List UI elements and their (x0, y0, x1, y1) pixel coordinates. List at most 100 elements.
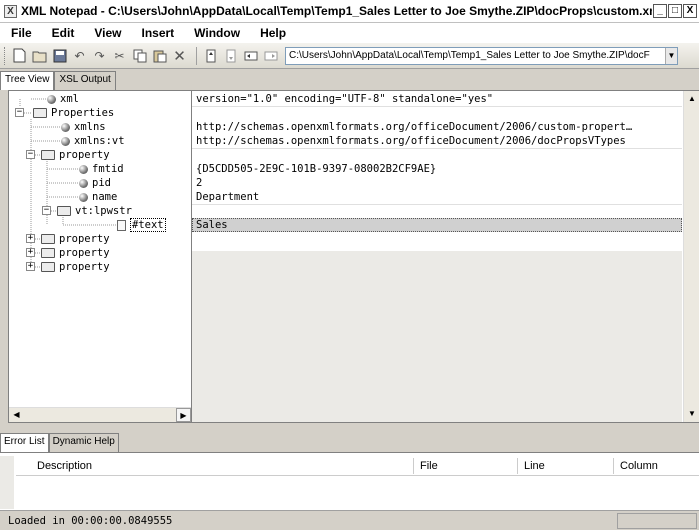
tree-node-label: xmlns (74, 121, 106, 133)
error-list-panel[interactable]: Description File Line Column (0, 452, 699, 510)
column-column[interactable]: Column (620, 460, 658, 472)
tree-pane[interactable]: − − − + + + xml Properties xmlns xmlns:v… (8, 90, 192, 423)
tab-tree-view[interactable]: Tree View (0, 71, 55, 90)
menu-file[interactable]: File (0, 26, 41, 40)
tree-node-label: #text (130, 218, 166, 232)
expand-property-4-icon[interactable]: + (26, 262, 35, 271)
tree-node-pid[interactable]: pid (79, 176, 111, 190)
value-pid[interactable]: 2 (196, 176, 681, 190)
tree-node-name[interactable]: name (79, 190, 117, 204)
cut-icon[interactable]: ✂ (111, 47, 128, 64)
tree-horizontal-scrollbar[interactable]: ◀ ▶ (9, 407, 191, 422)
expand-property-3-icon[interactable]: + (26, 248, 35, 257)
view-tabs: Tree View XSL Output (0, 71, 116, 91)
tree-node-property[interactable]: property (41, 148, 110, 162)
column-description[interactable]: Description (37, 460, 92, 472)
tree-node-xmlns-vt[interactable]: xmlns:vt (61, 134, 125, 148)
tree-node-property-4[interactable]: property (41, 260, 110, 274)
save-icon[interactable] (51, 47, 68, 64)
xml-notepad-app-icon[interactable]: X (4, 4, 17, 18)
chevron-down-icon[interactable]: ▼ (665, 47, 677, 64)
maximize-button[interactable]: □ (668, 4, 682, 18)
menu-help[interactable]: Help (249, 26, 295, 40)
collapse-properties-icon[interactable]: − (15, 108, 24, 117)
row-separator (192, 148, 682, 149)
copy-icon[interactable] (131, 47, 148, 64)
folder-open-icon (57, 206, 71, 216)
scroll-up-icon[interactable]: ▲ (684, 91, 699, 107)
error-row-header (0, 456, 14, 509)
value-pane[interactable]: version="1.0" encoding="UTF-8" standalon… (192, 90, 699, 423)
value-xmlns-vt[interactable]: http://schemas.openxmlformats.org/office… (196, 134, 681, 148)
tree-node-vt-lpwstr[interactable]: vt:lpwstr (57, 204, 132, 218)
window-title: XML Notepad - C:\Users\John\AppData\Loca… (21, 4, 652, 18)
tree-node-xml[interactable]: xml (47, 92, 79, 106)
empty-value-area (192, 251, 682, 422)
tree-node-properties[interactable]: Properties (33, 106, 114, 120)
tree-node-xmlns[interactable]: xmlns (61, 120, 106, 134)
tree-node-property-3[interactable]: property (41, 246, 110, 260)
nudge-up-icon[interactable] (202, 47, 219, 64)
location-combobox[interactable]: C:\Users\John\AppData\Local\Temp\Temp1_S… (285, 46, 678, 65)
folder-icon (33, 108, 47, 118)
value-xmlns[interactable]: http://schemas.openxmlformats.org/office… (196, 120, 681, 134)
bottom-tabs: Error List Dynamic Help (0, 433, 119, 452)
row-separator (192, 204, 682, 205)
value-vertical-scrollbar[interactable]: ▲ ▼ (683, 91, 699, 422)
status-text: Loaded in 00:00:00.0849555 (8, 514, 173, 527)
column-line[interactable]: Line (524, 460, 545, 472)
redo-icon[interactable]: ↷ (91, 47, 108, 64)
collapse-property-icon[interactable]: − (26, 150, 35, 159)
value-fmtid[interactable]: {D5CDD505-2E9C-101B-9397-08002B2CF9AE} (196, 162, 681, 176)
tab-error-list[interactable]: Error List (0, 433, 49, 452)
scroll-down-icon[interactable]: ▼ (684, 406, 699, 422)
column-file[interactable]: File (420, 460, 438, 472)
nudge-right-icon[interactable] (262, 47, 279, 64)
tab-xsl-output[interactable]: XSL Output (54, 71, 116, 90)
new-icon[interactable] (11, 47, 28, 64)
row-separator (192, 106, 682, 107)
toolbar-separator (196, 46, 197, 65)
attribute-node-icon (61, 122, 70, 132)
column-divider[interactable] (517, 458, 518, 474)
tree-node-label: fmtid (92, 163, 124, 175)
menu-bar: File Edit View Insert Window Help (0, 23, 699, 43)
open-icon[interactable] (31, 47, 48, 64)
text-node-icon (117, 219, 126, 231)
undo-icon[interactable]: ↶ (71, 47, 88, 64)
menu-insert[interactable]: Insert (130, 26, 183, 40)
status-panel (617, 512, 697, 529)
tab-dynamic-help[interactable]: Dynamic Help (48, 433, 119, 452)
tree-node-label: vt:lpwstr (75, 205, 132, 217)
toolbar-grip[interactable] (4, 46, 7, 65)
tree-node-fmtid[interactable]: fmtid (79, 162, 124, 176)
toolbar: ↶ ↷ ✂ ✕ C:\Users\John\AppData\Local\Temp… (0, 43, 699, 69)
error-list-header: Description File Line Column (16, 456, 699, 476)
tree-node-text[interactable]: #text (117, 218, 166, 232)
tree-node-property-2[interactable]: property (41, 232, 110, 246)
location-path[interactable]: C:\Users\John\AppData\Local\Temp\Temp1_S… (286, 50, 665, 61)
value-text-selected[interactable]: Sales (192, 218, 682, 232)
tree-node-label: name (92, 191, 118, 203)
delete-icon[interactable]: ✕ (171, 47, 188, 65)
close-button[interactable]: X (683, 4, 697, 18)
value-name[interactable]: Department (196, 190, 681, 204)
value-xml[interactable]: version="1.0" encoding="UTF-8" standalon… (196, 92, 681, 106)
nudge-left-icon[interactable] (242, 47, 259, 64)
folder-icon (41, 150, 55, 160)
menu-edit[interactable]: Edit (41, 26, 84, 40)
paste-icon[interactable] (151, 47, 168, 64)
collapse-vt-lpwstr-icon[interactable]: − (42, 206, 51, 215)
tree-node-label: property (59, 149, 110, 161)
nudge-down-icon[interactable] (222, 47, 239, 64)
column-divider[interactable] (613, 458, 614, 474)
menu-window[interactable]: Window (183, 26, 249, 40)
scroll-left-icon[interactable]: ◀ (9, 408, 24, 422)
attribute-node-icon (47, 94, 56, 104)
scroll-right-icon[interactable]: ▶ (176, 408, 191, 422)
column-divider[interactable] (413, 458, 414, 474)
menu-view[interactable]: View (83, 26, 130, 40)
minimize-button[interactable]: _ (653, 4, 667, 18)
attribute-node-icon (79, 192, 88, 202)
expand-property-2-icon[interactable]: + (26, 234, 35, 243)
